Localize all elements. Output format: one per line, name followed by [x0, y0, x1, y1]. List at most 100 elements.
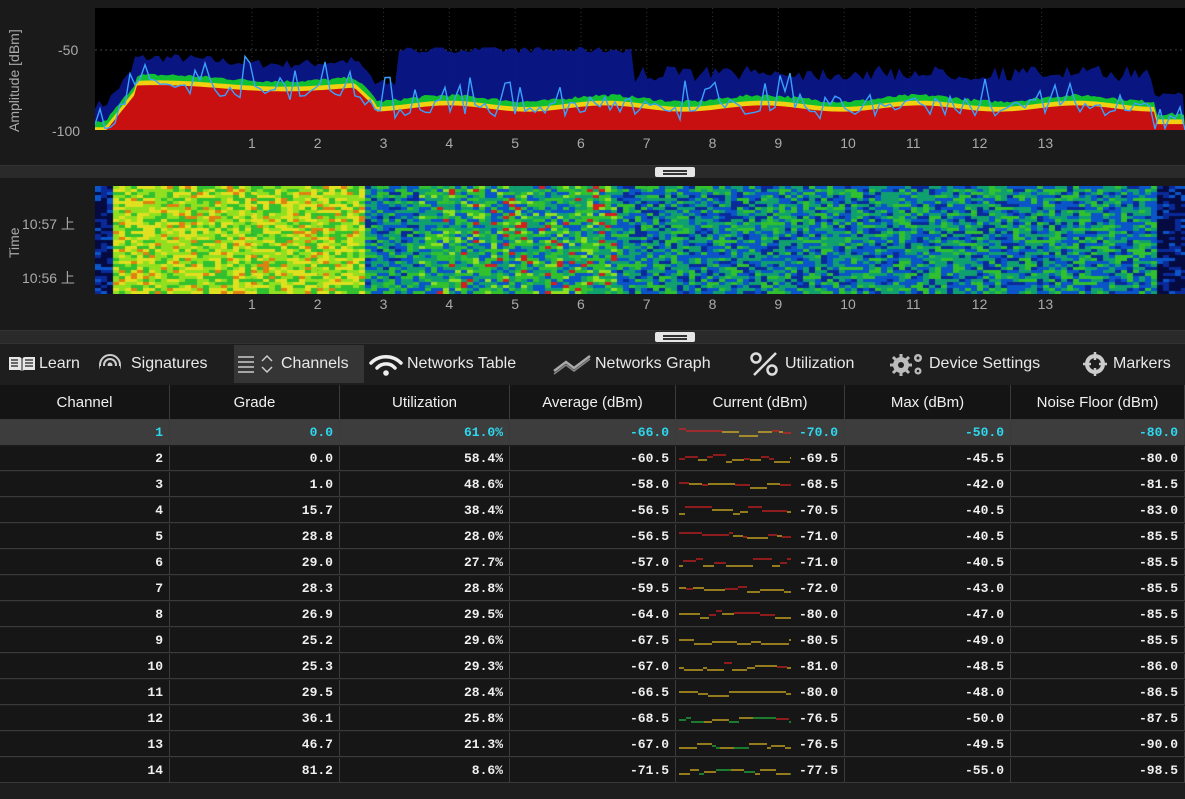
tab-markers-label: Markers: [1113, 355, 1171, 372]
current-value: -76.5: [798, 711, 838, 726]
x-tick-label: 5: [511, 135, 519, 151]
cell-noise-floor: -83.0: [1011, 498, 1185, 523]
cell-grade: 28.8: [170, 524, 340, 549]
cell-max: -40.5: [845, 498, 1011, 523]
cell-current: -68.5: [676, 472, 845, 497]
current-sparkline: [679, 717, 791, 723]
x-tick-label: 13: [1037, 296, 1054, 312]
current-sparkline: [679, 769, 791, 775]
table-row[interactable]: 4 15.7 38.4% -56.5 -70.5 -40.5 -83.0: [0, 498, 1185, 524]
tab-channels-label: Channels: [281, 355, 349, 372]
current-sparkline: [679, 454, 791, 463]
cell-channel: 10: [0, 654, 170, 679]
cell-average: -71.5: [510, 758, 676, 783]
tab-signatures[interactable]: Signatures: [96, 345, 208, 383]
tab-networks-graph[interactable]: Networks Graph: [552, 345, 711, 383]
cell-max: -49.5: [845, 732, 1011, 757]
panel-splitter-top[interactable]: [0, 165, 1185, 179]
cell-current: -70.5: [676, 498, 845, 523]
table-row[interactable]: 6 29.0 27.7% -57.0 -71.0 -40.5 -85.5: [0, 550, 1185, 576]
tab-channels[interactable]: Channels: [234, 345, 364, 383]
graph-icon: [553, 355, 591, 375]
table-row[interactable]: 10 25.3 29.3% -67.0 -81.0 -48.5 -86.0: [0, 654, 1185, 680]
current-value: -80.5: [798, 633, 838, 648]
splitter-grip-icon[interactable]: [655, 167, 695, 177]
column-header-average[interactable]: Average (dBm): [510, 385, 676, 420]
column-header-channel[interactable]: Channel: [0, 385, 170, 420]
current-sparkline: [679, 428, 791, 437]
spectrum-plot[interactable]: [95, 8, 1185, 130]
table-row[interactable]: 11 29.5 28.4% -66.5 -80.0 -48.0 -86.5: [0, 680, 1185, 706]
cell-current: -72.0: [676, 576, 845, 601]
table-row[interactable]: 3 1.0 48.6% -58.0 -68.5 -42.0 -81.5: [0, 472, 1185, 498]
cell-channel: 2: [0, 446, 170, 471]
cell-channel: 9: [0, 628, 170, 653]
current-sparkline: [679, 691, 791, 697]
cell-current: -80.0: [676, 602, 845, 627]
cell-current: -76.5: [676, 732, 845, 757]
cell-channel: 5: [0, 524, 170, 549]
cell-noise-floor: -90.0: [1011, 732, 1185, 757]
cell-noise-floor: -80.0: [1011, 446, 1185, 471]
cell-utilization: 29.3%: [340, 654, 510, 679]
x-tick-label: 1: [248, 135, 256, 151]
x-tick-label: 7: [642, 135, 651, 151]
cell-utilization: 28.8%: [340, 576, 510, 601]
table-row[interactable]: 8 26.9 29.5% -64.0 -80.0 -47.0 -85.5: [0, 602, 1185, 628]
spectrum-panel: Amplitude [dBm] -50 -100 1 2 3 4 5 6 7 8 9 10 11 12…: [0, 0, 1185, 165]
cell-grade: 15.7: [170, 498, 340, 523]
spectrum-y-tick: -50: [58, 42, 79, 58]
table-row[interactable]: 12 36.1 25.8% -68.5 -76.5 -50.0 -87.5: [0, 706, 1185, 732]
waterfall-plot[interactable]: [95, 186, 1185, 294]
current-value: -70.5: [798, 503, 838, 518]
table-row[interactable]: 13 46.7 21.3% -67.0 -76.5 -49.5 -90.0: [0, 732, 1185, 758]
table-row[interactable]: 5 28.8 28.0% -56.5 -71.0 -40.5 -85.5: [0, 524, 1185, 550]
cell-current: -71.0: [676, 524, 845, 549]
cell-grade: 29.0: [170, 550, 340, 575]
current-value: -77.5: [798, 763, 838, 778]
tab-markers[interactable]: Markers: [1080, 345, 1171, 383]
tab-networks-table[interactable]: Networks Table: [368, 345, 516, 383]
cell-channel: 14: [0, 758, 170, 783]
column-header-max[interactable]: Max (dBm): [845, 385, 1011, 420]
cell-utilization: 27.7%: [340, 550, 510, 575]
x-tick-label: 2: [313, 135, 322, 151]
cell-current: -81.0: [676, 654, 845, 679]
splitter-grip-icon[interactable]: [655, 332, 695, 342]
current-value: -80.0: [798, 685, 838, 700]
panel-splitter-bottom[interactable]: [0, 330, 1185, 344]
x-tick-label: 12: [971, 135, 988, 151]
x-tick-label: 10: [840, 135, 856, 151]
cell-max: -40.5: [845, 550, 1011, 575]
current-sparkline: [679, 639, 791, 645]
crosshair-icon: [1083, 352, 1107, 376]
tab-bar: Learn Signatures Channels Networks Table…: [0, 345, 1185, 385]
book-icon: [9, 357, 35, 371]
column-header-utilization[interactable]: Utilization: [340, 385, 510, 420]
tab-learn[interactable]: Learn: [8, 345, 80, 383]
column-header-noise-floor[interactable]: Noise Floor (dBm): [1011, 385, 1185, 420]
cell-utilization: 58.4%: [340, 446, 510, 471]
table-row[interactable]: 7 28.3 28.8% -59.5 -72.0 -43.0 -85.5: [0, 576, 1185, 602]
x-tick-label: 4: [445, 135, 454, 151]
cell-average: -56.5: [510, 498, 676, 523]
cell-current: -70.0: [676, 420, 845, 445]
table-row[interactable]: 14 81.2 8.6% -71.5 -77.5 -55.0 -98.5: [0, 758, 1185, 784]
current-value: -68.5: [798, 477, 838, 492]
signature-icon: [99, 354, 121, 376]
cell-average: -67.0: [510, 732, 676, 757]
column-header-current[interactable]: Current (dBm): [676, 385, 845, 420]
table-row[interactable]: 9 25.2 29.6% -67.5 -80.5 -49.0 -85.5: [0, 628, 1185, 654]
cell-current: -77.5: [676, 758, 845, 783]
table-row[interactable]: 1 0.0 61.0% -66.0 -70.0 -50.0 -80.0: [0, 420, 1185, 446]
x-tick-label: 12: [971, 296, 988, 312]
cell-max: -50.0: [845, 420, 1011, 445]
tab-device-settings[interactable]: Device Settings: [888, 345, 1040, 383]
x-tick-label: 8: [708, 135, 717, 151]
current-value: -80.0: [798, 607, 838, 622]
cell-noise-floor: -80.0: [1011, 420, 1185, 445]
cell-average: -57.0: [510, 550, 676, 575]
tab-utilization[interactable]: Utilization: [748, 345, 854, 383]
table-row[interactable]: 2 0.0 58.4% -60.5 -69.5 -45.5 -80.0: [0, 446, 1185, 472]
column-header-grade[interactable]: Grade: [170, 385, 340, 420]
